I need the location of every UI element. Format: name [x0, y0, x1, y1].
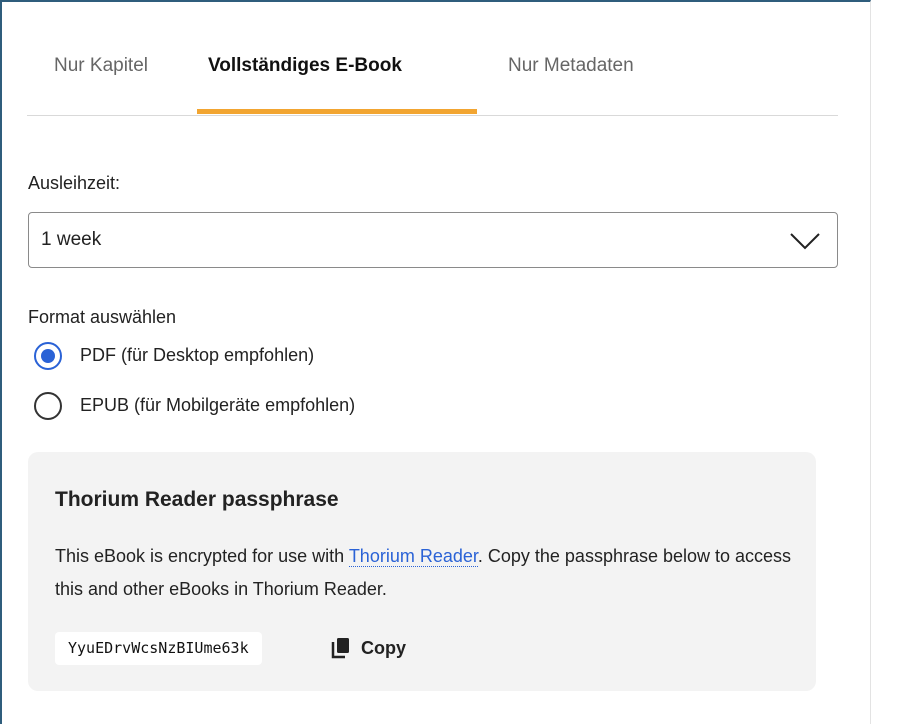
loan-period-label: Ausleihzeit:: [28, 173, 121, 193]
format-option-epub[interactable]: EPUB (für Mobilgeräte empfohlen): [34, 392, 474, 422]
tab-nur-metadaten[interactable]: Nur Metadaten: [508, 55, 634, 77]
tab-nur-kapitel[interactable]: Nur Kapitel: [54, 55, 148, 77]
copy-button-label: Copy: [361, 638, 406, 658]
radio-epub-label: EPUB (für Mobilgeräte empfohlen): [80, 395, 356, 415]
thorium-reader-link[interactable]: Thorium Reader: [348, 546, 478, 567]
active-tab-indicator: [197, 109, 477, 114]
radio-pdf[interactable]: [34, 342, 62, 370]
passphrase-panel: Thorium Reader passphrase This eBook is …: [28, 452, 816, 691]
chevron-down-icon: [790, 233, 820, 250]
loan-period-value: 1 week: [41, 229, 102, 250]
passphrase-panel-title: Thorium Reader passphrase: [55, 488, 339, 511]
format-option-pdf[interactable]: PDF (für Desktop empfohlen): [34, 342, 454, 372]
passphrase-panel-text: This eBook is encrypted for use with Tho…: [55, 540, 805, 606]
panel-text-before-link: This eBook is encrypted for use with: [55, 546, 349, 566]
copy-icon: [331, 638, 349, 659]
tab-vollstaendiges-ebook[interactable]: Vollständiges E-Book: [208, 55, 402, 77]
loan-period-select[interactable]: 1 week: [28, 212, 838, 268]
passphrase-value: YyuEDrvWcsNzBIUme63k: [55, 632, 262, 665]
radio-epub[interactable]: [34, 392, 62, 420]
tab-bar: Nur Kapitel Vollständiges E-Book Nur Met…: [27, 0, 838, 116]
radio-pdf-label: PDF (für Desktop empfohlen): [80, 345, 315, 365]
format-label: Format auswählen: [28, 307, 177, 327]
